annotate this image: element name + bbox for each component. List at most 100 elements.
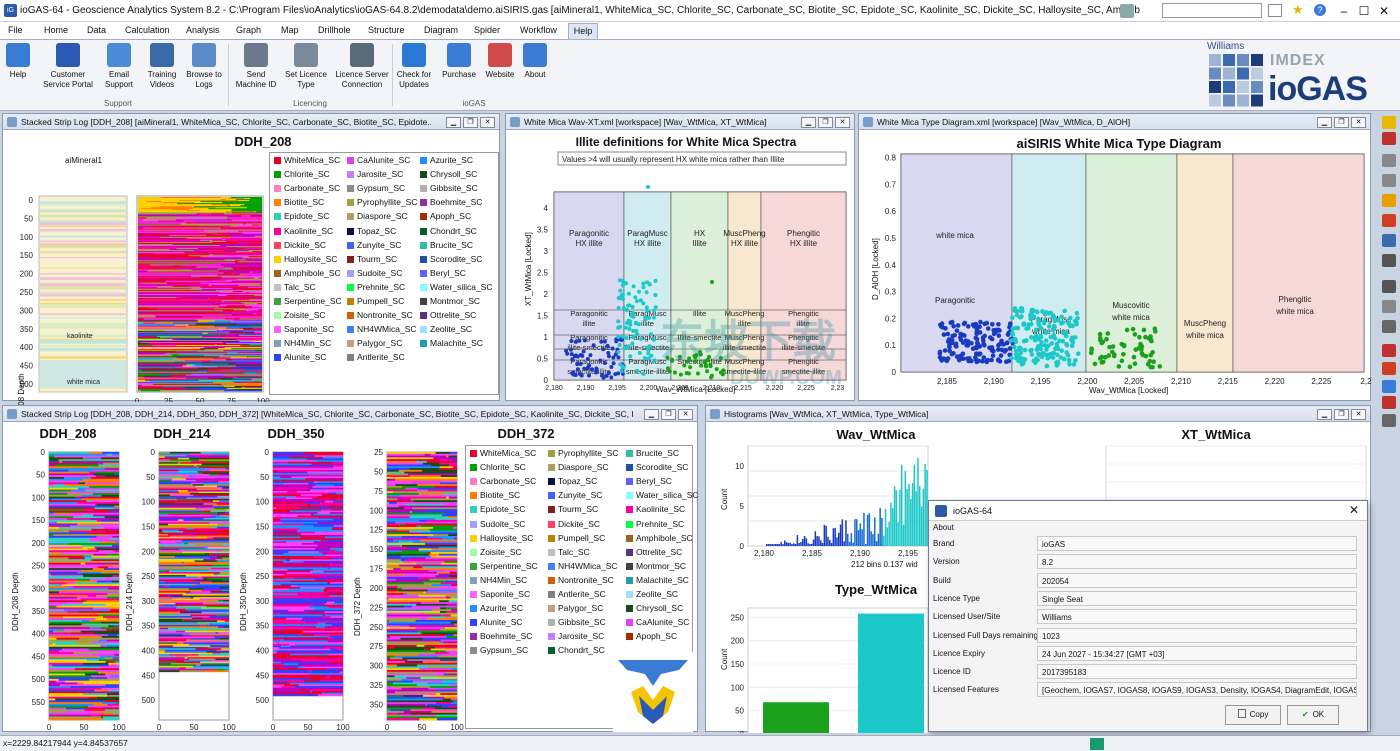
side-tool-icon[interactable] <box>1382 380 1396 393</box>
menu-calculation[interactable]: Calculation <box>125 25 170 35</box>
legend-item[interactable]: NH4WMica_SC <box>347 324 417 334</box>
legend-item[interactable]: Topaz_SC <box>548 476 597 486</box>
menu-map[interactable]: Map <box>281 25 299 35</box>
dollar-button[interactable]: Purchase <box>440 43 478 80</box>
legend-item[interactable]: Serpentine_SC <box>470 561 538 571</box>
info-button[interactable]: About <box>520 43 550 80</box>
legend-item[interactable]: Kaolinite_SC <box>626 504 685 514</box>
close-button[interactable]: ✕ <box>1351 409 1366 420</box>
legend-item[interactable]: Chrysoll_SC <box>626 603 683 613</box>
legend-item[interactable]: Zeolite_SC <box>626 589 678 599</box>
legend-item[interactable]: Sudoite_SC <box>470 519 525 529</box>
key-button[interactable]: Send Machine ID <box>232 43 280 90</box>
legend-item[interactable]: Zunyite_SC <box>347 240 401 250</box>
legend-item[interactable]: Alunite_SC <box>470 617 523 627</box>
side-tool-icon[interactable] <box>1382 234 1396 247</box>
legend-item[interactable]: Scorodite_SC <box>626 462 688 472</box>
restore-button[interactable]: ❐ <box>1334 409 1349 420</box>
download-button[interactable]: Check for Updates <box>394 43 434 90</box>
legend-item[interactable]: Chlorite_SC <box>274 169 330 179</box>
legend-item[interactable]: Gibbsite_SC <box>548 617 606 627</box>
menu-tab-help[interactable]: Help <box>568 23 598 39</box>
menu-spider[interactable]: Spider <box>474 25 500 35</box>
legend-item[interactable]: Malachite_SC <box>626 575 689 585</box>
side-tool-icon[interactable] <box>1382 320 1396 333</box>
legend-item[interactable]: Saponite_SC <box>470 589 530 599</box>
menu-home[interactable]: Home <box>44 25 68 35</box>
legend-item[interactable]: Water_silica_SC <box>420 282 493 292</box>
legend-item[interactable]: Chlorite_SC <box>470 462 526 472</box>
legend-item[interactable]: Biotite_SC <box>470 490 520 500</box>
menu-structure[interactable]: Structure <box>368 25 405 35</box>
legend-item[interactable]: Amphibole_SC <box>626 533 693 543</box>
restore-button[interactable]: ❐ <box>661 409 676 420</box>
side-tool-icon[interactable] <box>1382 194 1396 207</box>
search-input[interactable] <box>1162 3 1262 18</box>
legend-item[interactable]: Apoph_SC <box>420 211 471 221</box>
legend-item[interactable]: Tourm_SC <box>548 504 598 514</box>
side-tool-icon[interactable] <box>1382 362 1396 375</box>
legend-item[interactable]: Serpentine_SC <box>274 296 342 306</box>
legend-item[interactable]: Pumpell_SC <box>347 296 404 306</box>
legend-item[interactable]: Carbonate_SC <box>470 476 536 486</box>
legend-item[interactable]: Pyrophyllite_SC <box>548 448 618 458</box>
legend-item[interactable]: Brucite_SC <box>626 448 679 458</box>
legend-item[interactable]: Epidote_SC <box>470 504 525 514</box>
legend-item[interactable]: Talc_SC <box>274 282 316 292</box>
video-button[interactable]: Training Videos <box>142 43 182 90</box>
legend-item[interactable]: WhiteMica_SC <box>274 155 340 165</box>
legend-item[interactable]: NH4WMica_SC <box>548 561 618 571</box>
menu-data[interactable]: Data <box>87 25 106 35</box>
legend-item[interactable]: Epidote_SC <box>274 211 329 221</box>
legend-item[interactable]: Scorodite_SC <box>420 254 482 264</box>
legend-item[interactable]: Sudoite_SC <box>347 268 402 278</box>
legend-item[interactable]: Topaz_SC <box>347 226 396 236</box>
legend-item[interactable]: Diaspore_SC <box>347 211 408 221</box>
help-circle-icon[interactable]: ? <box>1314 4 1326 16</box>
legend-item[interactable]: NH4Min_SC <box>274 338 331 348</box>
legend-item[interactable]: Brucite_SC <box>420 240 473 250</box>
legend-item[interactable]: Ottrelite_SC <box>626 547 682 557</box>
website-button[interactable]: Website <box>482 43 518 80</box>
menu-file[interactable]: File <box>8 25 23 35</box>
minimize-button[interactable]: ▁ <box>1317 409 1332 420</box>
side-tool-icon[interactable] <box>1382 396 1396 409</box>
legend-item[interactable]: Antlerite_SC <box>548 589 606 599</box>
legend-item[interactable]: Halloysite_SC <box>470 533 533 543</box>
legend-item[interactable]: Prehnite_SC <box>626 519 684 529</box>
legend-item[interactable]: Zoisite_SC <box>274 310 326 320</box>
menu-analysis[interactable]: Analysis <box>186 25 220 35</box>
side-tool-icon[interactable] <box>1382 116 1396 129</box>
side-tool-icon[interactable] <box>1382 414 1396 427</box>
legend-item[interactable]: Chondrt_SC <box>420 226 477 236</box>
legend-item[interactable]: Zeolite_SC <box>420 324 472 334</box>
legend-item[interactable]: Montmor_SC <box>420 296 480 306</box>
legend-item[interactable]: Carbonate_SC <box>274 183 340 193</box>
email-button[interactable]: Email Support <box>100 43 138 90</box>
legend-item[interactable]: Montmor_SC <box>626 561 686 571</box>
minimize-button[interactable]: ▁ <box>1317 117 1332 128</box>
minimize-button[interactable]: ▁ <box>446 117 461 128</box>
legend-item[interactable]: Chondrt_SC <box>548 645 605 655</box>
tools-icon[interactable] <box>1120 4 1134 18</box>
legend-item[interactable]: Amphibole_SC <box>274 268 341 278</box>
legend-item[interactable]: Pumpell_SC <box>548 533 605 543</box>
close-button[interactable]: ✕ <box>1351 117 1366 128</box>
minimize-button[interactable]: – <box>1334 2 1354 20</box>
restore-button[interactable]: ❐ <box>463 117 478 128</box>
minimize-button[interactable]: ▁ <box>801 117 816 128</box>
server-button[interactable]: Licence Server Connection <box>332 43 392 90</box>
legend-item[interactable]: Zoisite_SC <box>470 547 522 557</box>
side-tool-icon[interactable] <box>1382 254 1396 267</box>
legend-item[interactable]: Chrysoll_SC <box>420 169 477 179</box>
legend-item[interactable]: Zunyite_SC <box>548 490 602 500</box>
legend-item[interactable]: Kaolinite_SC <box>274 226 333 236</box>
ok-button[interactable]: ✔ OK <box>1287 705 1339 725</box>
side-tool-icon[interactable] <box>1382 280 1396 293</box>
folder-button[interactable]: Browse to Logs <box>184 43 224 90</box>
maximize-button[interactable]: ☐ <box>1354 2 1374 20</box>
close-button[interactable]: ✕ <box>1374 2 1394 20</box>
legend-item[interactable]: Jarosite_SC <box>548 631 604 641</box>
legend-item[interactable]: Gypsum_SC <box>347 183 405 193</box>
legend-item[interactable]: Halloysite_SC <box>274 254 337 264</box>
